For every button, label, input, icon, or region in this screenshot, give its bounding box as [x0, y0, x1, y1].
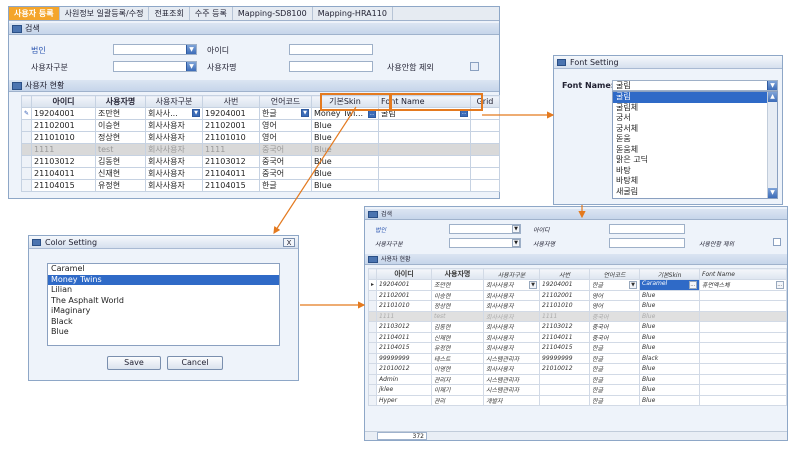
flow-arrows: [273, 106, 586, 309]
arrow-to-color-dialog: [273, 106, 357, 235]
